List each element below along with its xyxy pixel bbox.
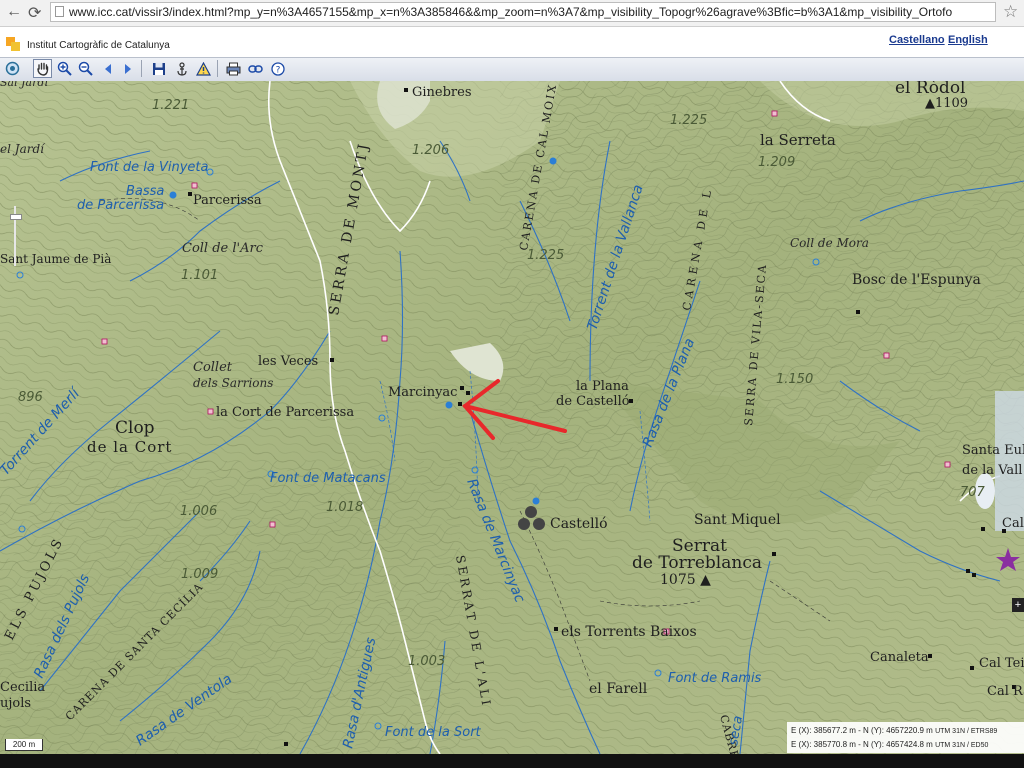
warning-icon[interactable]: [195, 60, 212, 77]
toolbar-separator: [217, 60, 218, 77]
elevation-label: 1.206: [412, 143, 449, 158]
map-label-el-farell: el Farell: [589, 681, 648, 697]
browser-address-bar: ← ⟳ www.icc.cat/vissir3/index.html?mp_y=…: [0, 0, 1024, 27]
help-icon[interactable]: ?: [269, 60, 286, 77]
identify-icon[interactable]: [173, 60, 190, 77]
zoom-slider[interactable]: [10, 206, 22, 266]
map-label-santa-eul-2: de la Vall: [962, 463, 1022, 478]
map-label-la-serreta: la Serreta: [760, 131, 836, 149]
elevation-label: 1.018: [326, 500, 363, 515]
svg-text:?: ?: [275, 65, 280, 75]
map-label-bassa-2: de Parcerissa: [77, 198, 164, 213]
elevation-label: 1.003: [408, 654, 445, 669]
map-label-coll-mora: Coll de Mora: [790, 236, 869, 250]
coord-etrs89-ref: UTM 31N / ETRS89: [935, 728, 998, 735]
coord-etrs89: E (X): 385677.2 m - N (Y): 4657220.9 m: [791, 726, 933, 735]
elevation-label: 1.209: [758, 155, 795, 170]
page-icon: [55, 6, 64, 17]
coord-ed50: E (X): 385770.8 m - N (Y): 4657424.8 m: [791, 740, 933, 749]
map-label-el-jardi: el Jardí: [0, 142, 46, 156]
map-label-santa-eul-1: Santa Eul: [962, 443, 1024, 458]
coord-ed50-ref: UTM 31N / ED50: [935, 742, 989, 749]
pan-hand-icon[interactable]: [33, 59, 52, 78]
reservoir: [995, 391, 1024, 531]
forward-arrow-icon[interactable]: [119, 60, 136, 77]
topographic-map[interactable]: Ginebres el Ròdol ▲1109 la Serreta Sal Jardí…: [0, 81, 1024, 754]
back-nav-icon[interactable]: ←: [6, 3, 22, 21]
map-label-cal-1: Cal: [1002, 516, 1024, 531]
map-label-cecilia-1: Cecilia: [0, 680, 45, 695]
map-label-sant-miquel: Sant Miquel: [694, 512, 781, 528]
map-label-clop-2: de la Cort: [87, 438, 172, 456]
map-label-sal-jardi: Sal Jardí: [0, 81, 49, 89]
map-label-coll-arc: Coll de l'Arc: [182, 241, 264, 256]
map-label-font-ramis: Font de Ramis: [668, 671, 762, 686]
map-label-font-sort: Font de la Sort: [385, 725, 482, 740]
elevation-label: 1.225: [527, 248, 564, 263]
elevation-label: 1.225: [670, 113, 707, 128]
organization-name: Institut Cartogràfic de Catalunya: [27, 40, 170, 51]
map-label-la-plana-2: de Castelló: [556, 394, 630, 409]
map-label-clop-1: Clop: [115, 418, 155, 438]
toolbar-separator: [141, 60, 142, 77]
scale-bar: 200 m: [5, 739, 43, 751]
elevation-label: 896: [18, 390, 43, 405]
map-label-canaleta: Canaleta: [870, 650, 929, 665]
map-label-serrat-elev: 1075 ▲: [660, 572, 711, 588]
map-label-castello: Castelló: [550, 516, 608, 532]
map-label-torrents-baixos: els Torrents Baixos: [561, 624, 697, 640]
url-text: www.icc.cat/vissir3/index.html?mp_y=n%3A…: [69, 5, 953, 19]
print-icon[interactable]: [225, 60, 242, 77]
map-label-bosc-espunya: Bosc de l'Espunya: [852, 272, 981, 288]
save-icon[interactable]: [150, 60, 167, 77]
bottom-bar: [0, 754, 1024, 768]
elevation-label: 1.101: [181, 268, 218, 283]
map-label-marcinyac: Marcinyac: [388, 385, 457, 400]
map-label-cort-parcerissa: la Cort de Parcerissa: [216, 405, 354, 420]
map-label-les-veces: les Veces: [258, 354, 318, 369]
elevation-label: 1.221: [152, 98, 189, 113]
url-input[interactable]: www.icc.cat/vissir3/index.html?mp_y=n%3A…: [50, 2, 996, 22]
elevation-label: 1.006: [180, 504, 217, 519]
zoom-out-icon[interactable]: [77, 60, 94, 77]
map-label-serrat-2: de Torreblanca: [632, 553, 762, 573]
elevation-label: 707: [960, 485, 986, 500]
map-canvas: Ginebres el Ròdol▲1109la SerretaSal Jardí…: [0, 81, 1024, 754]
overview-icon[interactable]: [4, 60, 21, 77]
map-label-collet-2: dels Sarrions: [193, 376, 273, 390]
link-icon[interactable]: [247, 60, 264, 77]
map-label-font-matacans: Font de Matacans: [270, 471, 386, 486]
icc-logo: [6, 37, 20, 51]
zoom-slider-knob[interactable]: [10, 214, 22, 220]
back-arrow-icon[interactable]: [99, 60, 116, 77]
map-label-parcerissa: Parcerissa: [193, 193, 262, 208]
elevation-label: 1.150: [776, 372, 813, 387]
map-label-cecilia-2: ujols: [0, 696, 31, 711]
language-english-link[interactable]: English: [948, 34, 988, 46]
map-label-el-rodol-elev: ▲1109: [925, 96, 968, 111]
map-label-cal-tei: Cal Tei: [979, 656, 1024, 671]
expand-plus-icon[interactable]: +: [1012, 598, 1024, 612]
map-label-collet-1: Collet: [193, 360, 233, 375]
map-label-font-vinyeta: Font de la Vinyeta: [90, 160, 209, 175]
bookmark-star-icon[interactable]: ☆: [1003, 2, 1018, 22]
zoom-in-icon[interactable]: [56, 60, 73, 77]
map-label-ginebres: Ginebres: [412, 85, 472, 100]
coordinates-panel: E (X): 385677.2 m - N (Y): 4657220.9 m U…: [787, 722, 1024, 753]
map-label-bassa-1: Bassa: [126, 184, 164, 199]
language-castellano-link[interactable]: Castellano: [889, 34, 945, 46]
elevation-label: 1.009: [181, 567, 218, 582]
reload-icon[interactable]: ⟳: [28, 3, 41, 23]
map-label-cal-ra: Cal Ra: [987, 684, 1024, 699]
map-label-la-plana-1: la Plana: [576, 379, 629, 394]
